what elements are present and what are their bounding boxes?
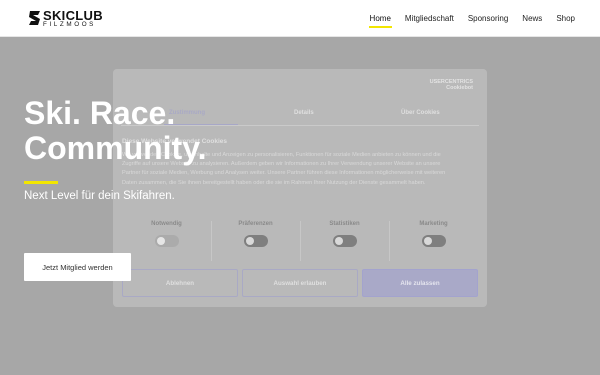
nav-sponsoring[interactable]: Sponsoring bbox=[467, 14, 509, 23]
nav-news[interactable]: News bbox=[521, 14, 543, 23]
join-membership-button[interactable]: Jetzt Mitglied werden bbox=[24, 253, 131, 281]
consent-buttons: Ablehnen Auswahl erlauben Alle zulassen bbox=[122, 269, 480, 297]
tab-details[interactable]: Details bbox=[294, 110, 314, 116]
logo-text-filzmoos: FILZMOOS bbox=[43, 21, 96, 28]
deny-button[interactable]: Ablehnen bbox=[122, 269, 238, 297]
consent-toggles: Notwendig Präferenzen Statistiken Market… bbox=[122, 221, 478, 261]
tab-ueber-cookies[interactable]: Über Cookies bbox=[401, 110, 440, 116]
toggle-switch-marketing[interactable] bbox=[421, 235, 446, 247]
toggle-praeferenzen: Präferenzen bbox=[211, 221, 300, 247]
nav-home[interactable]: Home bbox=[368, 14, 393, 28]
ski-logo-icon bbox=[29, 11, 40, 25]
site-logo[interactable]: SKICLUB FILZMOOS bbox=[28, 8, 108, 28]
nav-shop[interactable]: Shop bbox=[555, 14, 576, 23]
toggle-statistiken: Statistiken bbox=[300, 221, 389, 247]
allow-all-button[interactable]: Alle zulassen bbox=[362, 269, 478, 297]
toggle-marketing: Marketing bbox=[389, 221, 478, 247]
usercentrics-logo: USERCENTRICS Cookiebot bbox=[429, 79, 473, 91]
toggle-switch-notwendig bbox=[154, 235, 179, 247]
nav-mitgliedschaft[interactable]: Mitgliedschaft bbox=[404, 14, 455, 23]
hero-title: Ski. Race. Community. bbox=[24, 95, 207, 166]
toggle-switch-praeferenzen[interactable] bbox=[243, 235, 268, 247]
allow-selection-button[interactable]: Auswahl erlauben bbox=[242, 269, 358, 297]
site-header: SKICLUB FILZMOOS Home Mitgliedschaft Spo… bbox=[0, 0, 600, 37]
hero-subtitle: Next Level für dein Skifahren. bbox=[24, 190, 175, 202]
hero-accent-bar bbox=[24, 181, 58, 184]
toggle-switch-statistiken[interactable] bbox=[332, 235, 357, 247]
toggle-notwendig: Notwendig bbox=[122, 221, 211, 247]
main-nav: Home Mitgliedschaft Sponsoring News Shop bbox=[368, 0, 576, 36]
